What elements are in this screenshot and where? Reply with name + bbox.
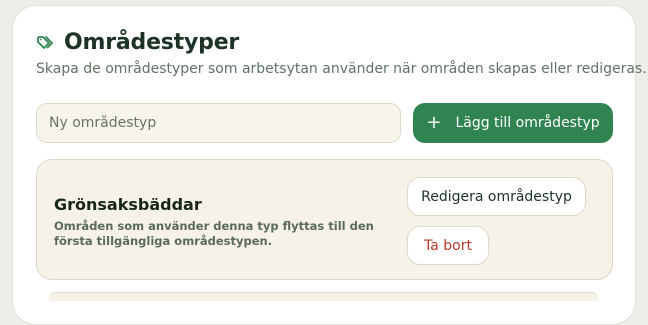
- add-area-type-label: Lägg till områdestyp: [455, 115, 600, 131]
- area-type-name: Grönsaksbäddar: [54, 195, 202, 214]
- new-area-type-input[interactable]: [36, 103, 401, 143]
- tags-icon: [36, 32, 56, 52]
- delete-area-type-button[interactable]: Ta bort: [407, 226, 489, 265]
- add-area-type-button[interactable]: + Lägg till områdestyp: [413, 103, 613, 143]
- area-type-description: Områden som använder denna typ flyttas t…: [54, 219, 374, 248]
- page-subtitle: Skapa de områdestyper som arbetsytan anv…: [36, 61, 647, 77]
- panel-header: Områdestyper: [36, 28, 239, 56]
- area-type-card: Grönsaksbäddar Områden som använder denn…: [36, 159, 613, 280]
- plus-icon: +: [426, 112, 442, 133]
- edit-area-type-button[interactable]: Redigera områdestyp: [407, 177, 586, 216]
- page-title: Områdestyper: [64, 29, 240, 55]
- next-area-type-card: [49, 292, 598, 301]
